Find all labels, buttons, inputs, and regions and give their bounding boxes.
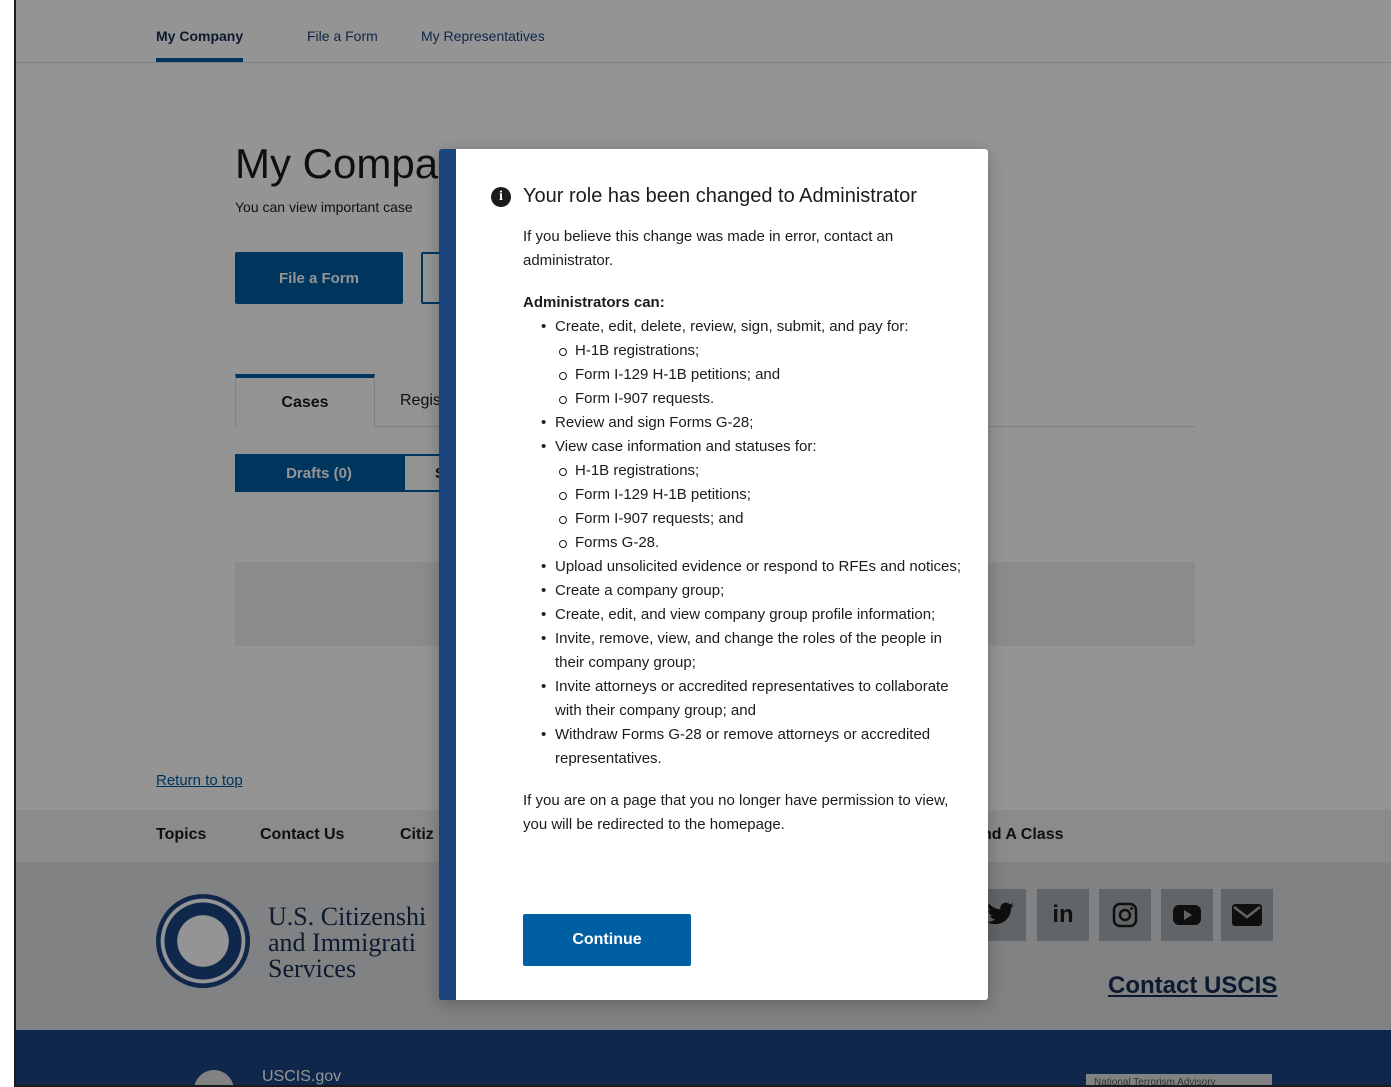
sub-list-item: Forms G-28. <box>557 531 963 555</box>
permissions-list: Create, edit, delete, review, sign, subm… <box>537 315 963 771</box>
modal-title: Your role has been changed to Administra… <box>523 185 917 207</box>
sub-list: H-1B registrations; Form I-129 H-1B peti… <box>557 459 963 555</box>
list-item: Create, edit, and view company group pro… <box>537 603 963 627</box>
permissions-heading: Administrators can: <box>523 294 665 311</box>
sub-list-item: Form I-129 H-1B petitions; <box>557 483 963 507</box>
list-item: Invite attorneys or accredited represent… <box>537 675 963 723</box>
list-item: Create, edit, delete, review, sign, subm… <box>537 315 963 411</box>
list-item: Invite, remove, view, and change the rol… <box>537 627 963 675</box>
sub-list: H-1B registrations; Form I-129 H-1B peti… <box>557 339 963 411</box>
sub-list-item: H-1B registrations; <box>557 459 963 483</box>
continue-button[interactable]: Continue <box>523 914 691 966</box>
sub-list-item: H-1B registrations; <box>557 339 963 363</box>
modal-lead-text: If you believe this change was made in e… <box>523 228 894 269</box>
modal-body: If you believe this change was made in e… <box>523 225 963 837</box>
sub-list-item: Form I-129 H-1B petitions; and <box>557 363 963 387</box>
list-item: Create a company group; <box>537 579 963 603</box>
info-icon: i <box>491 187 511 207</box>
list-item: Upload unsolicited evidence or respond t… <box>537 555 963 579</box>
list-item: View case information and statuses for: … <box>537 435 963 555</box>
list-item: Withdraw Forms G-28 or remove attorneys … <box>537 723 963 771</box>
list-item: Review and sign Forms G-28; <box>537 411 963 435</box>
sub-list-item: Form I-907 requests; and <box>557 507 963 531</box>
modal-closing-text: If you are on a page that you no longer … <box>523 792 949 833</box>
role-changed-modal: i Your role has been changed to Administ… <box>439 149 988 1000</box>
sub-list-item: Form I-907 requests. <box>557 387 963 411</box>
